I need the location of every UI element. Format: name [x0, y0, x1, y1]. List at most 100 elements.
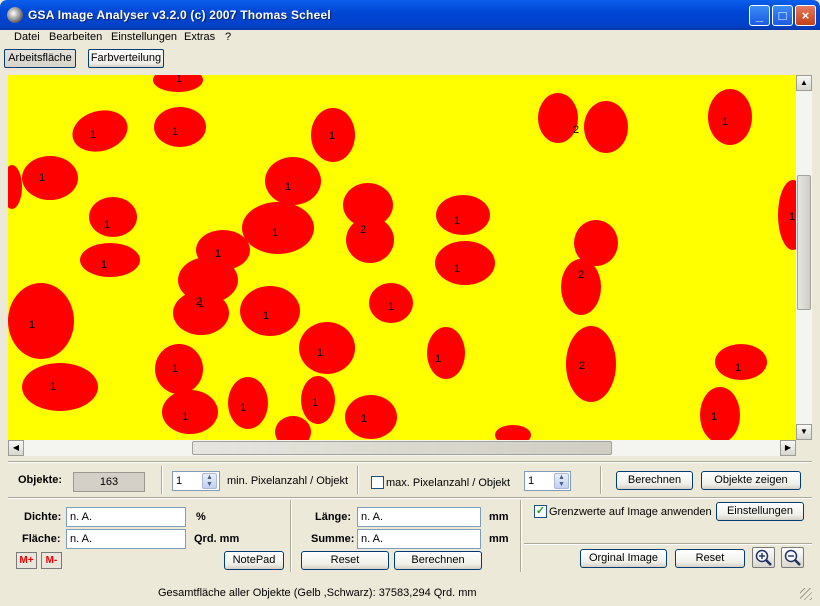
menu-einstellungen[interactable]: Einstellungen [111, 31, 177, 43]
dichte-label: Dichte: [24, 511, 62, 523]
menu-help[interactable]: ? [225, 31, 231, 43]
laenge-label: Länge: [315, 511, 352, 523]
scroll-down-arrow-icon[interactable]: ▼ [796, 424, 812, 440]
blob-label: 2 [573, 124, 579, 136]
blob-labels: 1 1 1 1 1 2 1 1 1 1 1 1 1 1 1 2 1 1 1 1 … [29, 75, 795, 425]
dichte-field[interactable]: n. A. [66, 507, 186, 527]
status-text: Gesamtfläche aller Objekte (Gelb ,Schwar… [158, 587, 477, 599]
blob-label: 1 [361, 413, 367, 425]
berechnen-button[interactable]: Berechnen [616, 471, 693, 490]
scroll-right-arrow-icon[interactable]: ▶ [780, 440, 796, 456]
blob-label: 1 [182, 411, 188, 423]
menu-bearbeiten[interactable]: Bearbeiten [49, 31, 102, 43]
blob-label: 1 [263, 310, 269, 322]
blob-label: 1 [285, 181, 291, 193]
blob-label: 2 [578, 269, 584, 281]
vertical-scroll-thumb[interactable] [797, 175, 811, 310]
blob-label: 1 [172, 126, 178, 138]
grenzwerte-label: Grenzwerte auf Image anwenden [549, 506, 712, 518]
blob-label: 2 [196, 296, 202, 308]
zoom-out-button[interactable] [781, 547, 804, 568]
divider [290, 500, 292, 572]
window-title: GSA Image Analyser v3.2.0 (c) 2007 Thoma… [28, 8, 331, 22]
zoom-out-icon [784, 549, 801, 566]
zoom-in-icon [755, 549, 772, 566]
title-bar: GSA Image Analyser v3.2.0 (c) 2007 Thoma… [0, 0, 820, 30]
divider [8, 461, 812, 463]
divider [161, 466, 163, 494]
blob-label: 1 [176, 75, 182, 85]
horizontal-scrollbar[interactable]: ◀ ▶ [8, 440, 796, 456]
max-pixel-label: max. Pixelanzahl / Objekt [386, 477, 511, 489]
blob-label: 1 [101, 259, 107, 271]
memory-minus-button[interactable]: M- [41, 552, 62, 569]
objekte-count: 163 [73, 472, 145, 492]
dichte-unit: % [196, 511, 206, 523]
blob-label: 1 [735, 362, 741, 374]
resize-grip-icon[interactable] [800, 588, 812, 600]
max-pixel-checkbox[interactable] [371, 476, 384, 489]
vertical-scrollbar[interactable]: ▲ ▼ [796, 75, 812, 440]
divider [524, 543, 812, 545]
min-pixel-spinner[interactable]: ▲ ▼ [202, 473, 217, 489]
summe-unit: mm [489, 533, 509, 545]
close-button[interactable]: × [795, 5, 816, 26]
blob-label: 1 [789, 211, 795, 223]
blob-label: 1 [388, 301, 394, 313]
image-canvas[interactable]: 1 1 1 1 1 2 1 1 1 1 1 1 1 1 1 2 1 1 1 1 … [8, 75, 796, 440]
red-blobs [8, 75, 796, 440]
objekte-label: Objekte: [18, 474, 63, 486]
divider [520, 500, 522, 572]
berechnen-length-button[interactable]: Berechnen [394, 551, 482, 570]
blob-label: 1 [312, 397, 318, 409]
blob-label: 1 [722, 116, 728, 128]
minimize-button[interactable]: _ [749, 5, 770, 26]
notepad-button[interactable]: NotePad [224, 551, 284, 570]
summe-field[interactable]: n. A. [357, 529, 481, 549]
blob-label: 1 [240, 402, 246, 414]
blob-label: 1 [454, 215, 460, 227]
flaeche-field[interactable]: n. A. [66, 529, 186, 549]
blob-label: 1 [711, 411, 717, 423]
blob-label: 1 [329, 130, 335, 142]
blob-label: 1 [215, 248, 221, 260]
blob-label: 1 [90, 129, 96, 141]
laenge-field[interactable]: n. A. [357, 507, 481, 527]
blob-label: 2 [360, 224, 366, 236]
memory-plus-button[interactable]: M+ [16, 552, 37, 569]
blob-label: 1 [104, 219, 110, 231]
blob-label: 1 [454, 263, 460, 275]
reset-options-button[interactable]: Reset [675, 549, 745, 568]
tab-farbverteilung[interactable]: Farbverteilung [88, 49, 164, 68]
original-image-button[interactable]: Orginal Image [580, 549, 667, 568]
tab-arbeitsflaeche[interactable]: Arbeitsfläche [4, 49, 76, 68]
flaeche-unit: Qrd. mm [194, 533, 240, 545]
scroll-corner [796, 440, 812, 456]
horizontal-scroll-thumb[interactable] [192, 441, 612, 455]
maximize-button[interactable]: □ [772, 5, 793, 26]
laenge-unit: mm [489, 511, 509, 523]
scroll-left-arrow-icon[interactable]: ◀ [8, 440, 24, 456]
objekte-zeigen-button[interactable]: Objekte zeigen [701, 471, 801, 490]
divider [600, 466, 602, 494]
menu-extras[interactable]: Extras [184, 31, 215, 43]
blob-label: 1 [272, 227, 278, 239]
einstellungen-button[interactable]: Einstellungen [716, 502, 804, 521]
status-bar: Gesamtfläche aller Objekte (Gelb ,Schwar… [0, 582, 820, 606]
grenzwerte-checkbox[interactable]: ✓ [534, 505, 547, 518]
blob-label: 1 [435, 353, 441, 365]
blob-label: 1 [39, 172, 45, 184]
divider [8, 497, 812, 499]
menu-datei[interactable]: Datei [14, 31, 40, 43]
blob-image: 1 1 1 1 1 2 1 1 1 1 1 1 1 1 1 2 1 1 1 1 … [8, 75, 796, 440]
reset-length-button[interactable]: Reset [301, 551, 389, 570]
zoom-in-button[interactable] [752, 547, 775, 568]
blob-label: 1 [317, 347, 323, 359]
blob-label: 1 [172, 363, 178, 375]
scroll-up-arrow-icon[interactable]: ▲ [796, 75, 812, 91]
app-icon [7, 7, 23, 23]
blob-label: 1 [50, 381, 56, 393]
menu-bar: Datei Bearbeiten Einstellungen Extras ? [0, 29, 820, 47]
max-pixel-spinner[interactable]: ▲ ▼ [554, 473, 569, 489]
flaeche-label: Fläche: [22, 533, 61, 545]
